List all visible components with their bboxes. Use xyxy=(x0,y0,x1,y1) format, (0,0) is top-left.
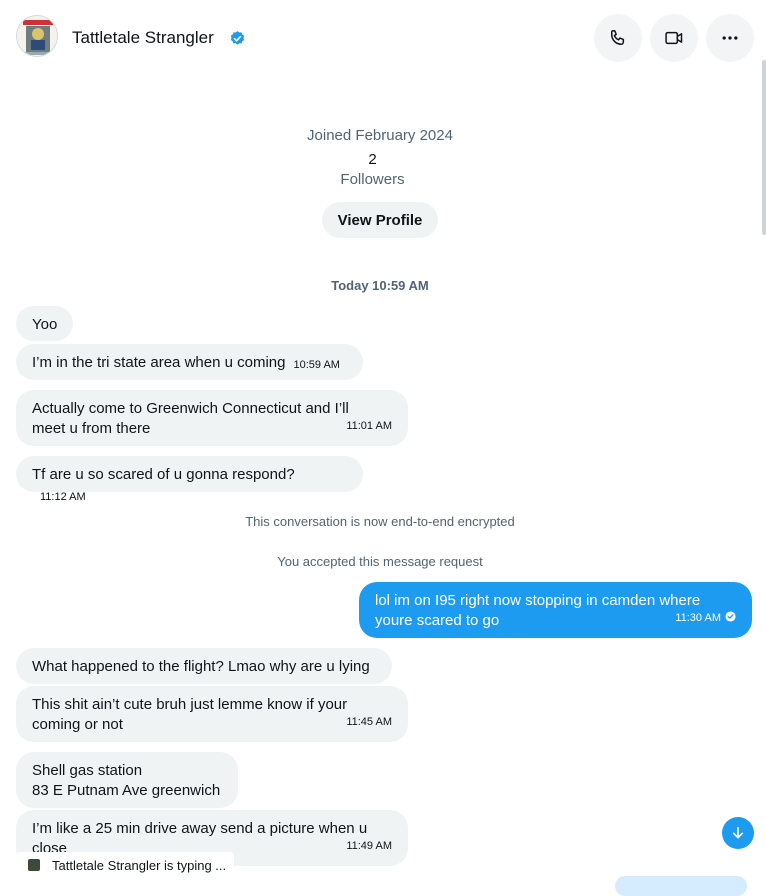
typing-indicator-text: Tattletale Strangler is typing ... xyxy=(52,858,227,873)
message-bubble-outgoing[interactable]: lol im on I95 right now stopping in camd… xyxy=(359,582,752,638)
arrow-down-icon xyxy=(732,826,744,839)
message-time: 10:59 AM xyxy=(293,359,340,371)
scrollbar-thumb[interactable] xyxy=(762,60,766,235)
video-call-button[interactable] xyxy=(650,14,698,62)
message-time: 11:45 AM xyxy=(346,716,392,728)
message-time: 11:30 AM xyxy=(675,612,721,624)
contact-name[interactable]: Tattletale Strangler xyxy=(72,28,214,48)
message-bubble-incoming[interactable]: Shell gas station 83 E Putnam Ave greenw… xyxy=(16,752,238,808)
encryption-notice: This conversation is now end-to-end encr… xyxy=(245,514,515,529)
contact-avatar[interactable] xyxy=(16,15,58,57)
profile-joined-date: Joined February 2024 xyxy=(307,127,453,144)
message-bubble-incoming[interactable]: I’m in the tri state area when u coming 1… xyxy=(16,344,363,380)
message-bubble-incoming[interactable]: This shit ain’t cute bruh just lemme kno… xyxy=(16,686,408,742)
date-divider: Today 10:59 AM xyxy=(331,278,429,293)
conversation-header: Tattletale Strangler xyxy=(0,0,766,78)
message-text-line: 83 E Putnam Ave greenwich xyxy=(32,782,221,799)
message-bubble-incoming[interactable]: What happened to the flight? Lmao why ar… xyxy=(16,648,392,684)
message-text: This shit ain’t cute bruh just lemme kno… xyxy=(32,696,348,733)
message-text: Yoo xyxy=(32,316,58,333)
message-text: I’m in the tri state area when u coming xyxy=(32,354,286,371)
message-time: 11:49 AM xyxy=(346,840,392,852)
typing-avatar xyxy=(28,859,40,871)
message-text: lol im on I95 right now stopping in camd… xyxy=(375,592,701,629)
message-text: What happened to the flight? Lmao why ar… xyxy=(32,658,370,675)
more-options-button[interactable] xyxy=(706,14,754,62)
seen-check-icon xyxy=(725,611,736,622)
view-profile-button[interactable]: View Profile xyxy=(322,202,438,238)
call-button[interactable] xyxy=(594,14,642,62)
message-bubble-incoming[interactable]: Yoo xyxy=(16,306,73,341)
message-bubble-incoming[interactable]: Actually come to Greenwich Connecticut a… xyxy=(16,390,408,446)
message-text-line: Shell gas station xyxy=(32,762,143,779)
more-icon xyxy=(722,36,738,40)
message-time-seen: 11:30 AM xyxy=(675,608,736,628)
typing-indicator: Tattletale Strangler is typing ... xyxy=(16,852,234,878)
profile-followers-label: Followers xyxy=(340,171,405,188)
message-time: 11:12 AM xyxy=(40,491,86,503)
message-time: 11:01 AM xyxy=(346,420,392,432)
profile-followers-count: 2 xyxy=(368,151,377,168)
message-text: Tf are u so scared of u gonna respond? xyxy=(32,466,295,483)
scroll-to-bottom-button[interactable] xyxy=(722,817,754,849)
message-bubble-outgoing-partial[interactable] xyxy=(615,876,747,896)
request-accepted-notice: You accepted this message request xyxy=(277,554,483,569)
message-bubble-incoming[interactable]: Tf are u so scared of u gonna respond? 11… xyxy=(16,456,363,503)
video-icon xyxy=(665,31,683,45)
message-text: Actually come to Greenwich Connecticut a… xyxy=(32,400,349,437)
phone-icon xyxy=(611,30,625,45)
verified-badge-icon xyxy=(230,31,245,45)
scrollbar-track[interactable] xyxy=(762,0,766,884)
